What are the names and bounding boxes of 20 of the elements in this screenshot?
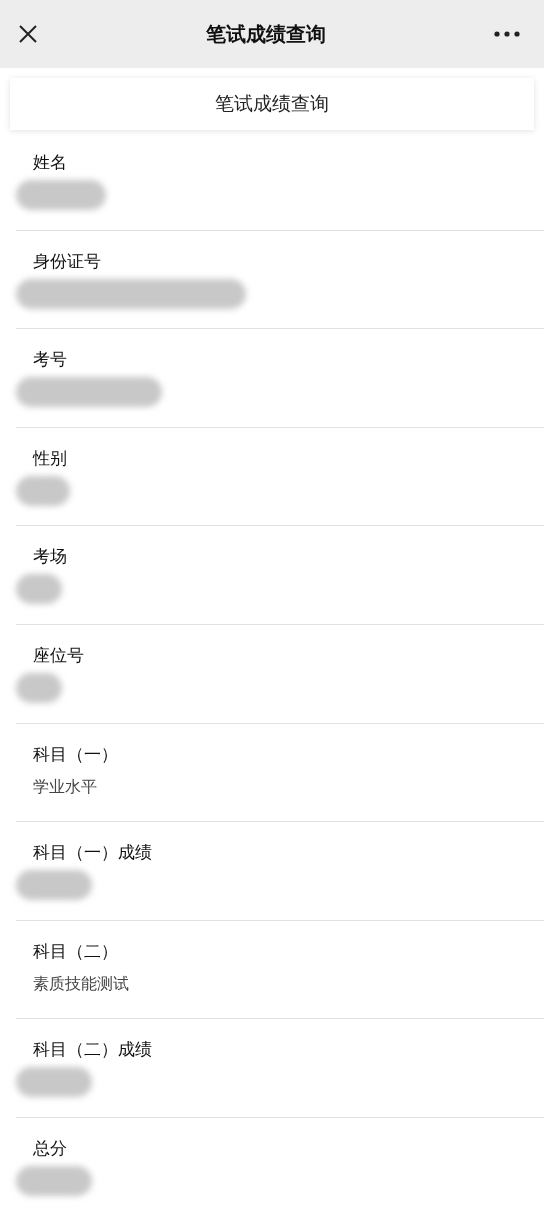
- redacted-value: [16, 672, 62, 703]
- field-label: 科目（一）: [33, 742, 119, 766]
- field-value: 素质技能测试: [33, 972, 130, 995]
- more-icon[interactable]: [494, 31, 520, 37]
- panel-title: 笔试成绩查询: [215, 91, 329, 116]
- close-icon[interactable]: [18, 24, 38, 44]
- field-label: 科目（二）: [33, 939, 119, 963]
- field-value: 学业水平: [33, 775, 98, 798]
- page-title: 笔试成绩查询: [206, 20, 326, 48]
- redacted-value: [16, 574, 62, 605]
- redacted-value: [16, 475, 70, 506]
- field-label: 姓名: [33, 151, 68, 174]
- field-label: 性别: [33, 446, 68, 470]
- field-label: 科目（一）成绩: [33, 841, 153, 865]
- field-label: 考号: [33, 348, 68, 372]
- field-label: 座位号: [33, 643, 85, 667]
- field-label: 考场: [33, 545, 68, 569]
- field-label: 身份证号: [33, 249, 102, 273]
- field-label: 科目（二）成绩: [33, 1038, 153, 1062]
- field-label: 总分: [33, 1136, 68, 1160]
